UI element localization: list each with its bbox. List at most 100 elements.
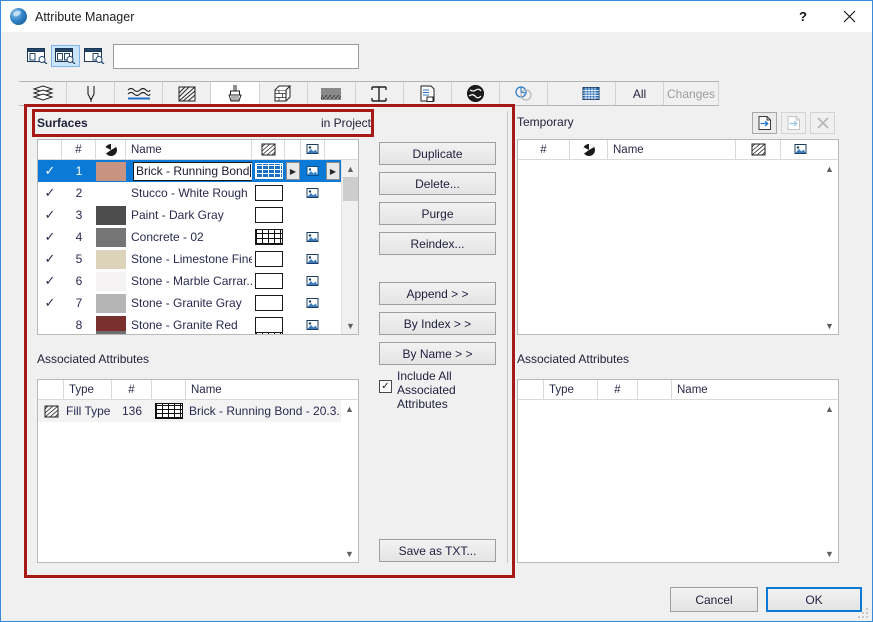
row-checkmark-icon[interactable]: ✓ <box>38 185 62 201</box>
row-checkmark-icon[interactable]: ✓ <box>38 273 62 289</box>
right-assoc-scrollbar[interactable]: ▲ ▼ <box>821 400 838 562</box>
scroll-thumb[interactable] <box>343 177 358 201</box>
table-row[interactable]: ✓ 2 Stucco - White Rough <box>38 182 358 204</box>
row-checkmark-icon[interactable]: ✓ <box>38 295 62 311</box>
texture-image-icon[interactable] <box>306 275 320 288</box>
tab-surfaces[interactable] <box>211 82 260 105</box>
temporary-list[interactable]: # Name ▲ ▼ <box>517 139 839 335</box>
surface-name-cell[interactable]: Stone - Granite Gray <box>126 296 252 310</box>
view-mode-left-only[interactable] <box>23 45 52 67</box>
table-row[interactable]: ✓ 6 Stone - Marble Carrar... <box>38 270 358 292</box>
fill-cell[interactable] <box>252 185 285 201</box>
surface-color-swatch[interactable] <box>96 161 126 181</box>
delete-button[interactable]: Delete... <box>379 172 496 195</box>
texture-cell[interactable] <box>301 231 325 244</box>
fill-pattern-cell[interactable] <box>254 251 283 267</box>
fill-cell[interactable] <box>252 207 285 223</box>
col-fill-header[interactable] <box>252 140 285 160</box>
fill-dropdown-cell[interactable]: ▶ <box>285 162 301 180</box>
tab-line-types[interactable] <box>115 82 164 105</box>
surface-color-swatch[interactable] <box>96 271 126 291</box>
assoc-col-type-header[interactable]: Type <box>64 380 112 400</box>
by-name-button[interactable]: By Name > > <box>379 342 496 365</box>
surface-name-cell[interactable]: Stone - Limestone Fine <box>126 252 252 266</box>
texture-cell[interactable] <box>301 253 325 266</box>
surface-name-cell[interactable]: Brick - Running Bond <box>126 161 252 181</box>
surface-name-cell[interactable]: Stucco - White Rough <box>126 186 252 200</box>
duplicate-button[interactable]: Duplicate <box>379 142 496 165</box>
fill-pattern-cell[interactable] <box>254 185 283 201</box>
include-all-associated-checkbox[interactable]: ✓ Include All Associated Attributes <box>379 369 499 411</box>
col-name-header[interactable]: Name <box>126 140 252 160</box>
temporary-list-scrollbar[interactable]: ▲ ▼ <box>821 160 838 334</box>
surface-color-swatch[interactable] <box>96 249 126 269</box>
assoc-scroll-up-icon[interactable]: ▲ <box>341 400 358 417</box>
texture-image-icon[interactable] <box>306 231 320 244</box>
filter-all-button[interactable]: All <box>615 82 665 105</box>
texture-cell[interactable] <box>301 187 325 200</box>
texture-cell[interactable] <box>301 319 325 332</box>
fill-pattern-cell[interactable] <box>254 317 283 333</box>
table-row[interactable]: ✓ 1 Brick - Running Bond ▶ ▶ <box>38 160 358 182</box>
help-button[interactable]: ? <box>780 1 826 32</box>
r-assoc-col-type-header[interactable]: Type <box>544 380 598 400</box>
row-checkmark-icon[interactable]: ✓ <box>38 207 62 223</box>
scroll-down-icon[interactable]: ▼ <box>342 317 358 334</box>
fill-pattern-cell[interactable] <box>155 403 183 419</box>
assoc-scroll-down-icon[interactable]: ▼ <box>341 545 358 562</box>
fill-cell[interactable] <box>252 163 285 179</box>
save-as-txt-button[interactable]: Save as TXT... <box>379 539 496 562</box>
fill-cell[interactable] <box>252 295 285 311</box>
table-row[interactable]: 8 Stone - Granite Red <box>38 314 358 334</box>
tab-markup-styles[interactable] <box>567 82 616 105</box>
view-mode-right-only[interactable] <box>80 45 109 67</box>
scroll-up-icon[interactable]: ▲ <box>342 160 358 177</box>
texture-image-icon[interactable] <box>306 297 320 310</box>
r-col-name-header[interactable]: Name <box>608 140 736 160</box>
fill-cell[interactable] <box>252 273 285 289</box>
fill-pattern-cell[interactable] <box>254 273 283 289</box>
surfaces-list[interactable]: # Name ✓ 1 Brick - Running Bond ▶ ▶ ✓ 2 … <box>37 139 359 335</box>
texture-cell[interactable] <box>301 275 325 288</box>
table-row[interactable]: ✓ 7 Stone - Granite Gray <box>38 292 358 314</box>
surfaces-list-scrollbar[interactable]: ▲ ▼ <box>341 160 358 334</box>
tab-building-materials[interactable] <box>259 82 308 105</box>
by-index-button[interactable]: By Index > > <box>379 312 496 335</box>
fill-pattern-cell[interactable] <box>254 163 283 179</box>
fill-cell[interactable] <box>252 229 285 245</box>
texture-image-icon[interactable] <box>306 319 320 332</box>
surface-color-swatch[interactable] <box>96 184 126 203</box>
surface-name-cell[interactable]: Concrete - 02 <box>126 230 252 244</box>
reindex-button[interactable]: Reindex... <box>379 232 496 255</box>
ok-button[interactable]: OK <box>766 587 862 612</box>
right-associated-list[interactable]: Type # Name ▲ ▼ <box>517 379 839 563</box>
texture-image-icon[interactable] <box>306 187 320 200</box>
left-associated-list[interactable]: Type # Name Fill Type 136 Brick - Running … <box>37 379 359 563</box>
tab-layers[interactable] <box>19 82 68 105</box>
texture-cell[interactable] <box>301 165 325 178</box>
search-field[interactable] <box>113 44 359 69</box>
view-mode-both-panes[interactable] <box>51 45 80 67</box>
tab-profiles[interactable] <box>355 82 404 105</box>
fill-pattern-cell[interactable] <box>254 295 283 311</box>
purge-button[interactable]: Purge <box>379 202 496 225</box>
row-checkmark-icon[interactable]: ✓ <box>38 163 62 179</box>
table-row[interactable]: ✓ 5 Stone - Limestone Fine <box>38 248 358 270</box>
table-row[interactable]: ✓ 3 Paint - Dark Gray <box>38 204 358 226</box>
r-scroll-down-icon[interactable]: ▼ <box>821 317 838 334</box>
row-checkmark-icon[interactable]: ✓ <box>38 229 62 245</box>
surface-name-input[interactable]: Brick - Running Bond <box>133 161 252 181</box>
col-index-header[interactable]: # <box>62 140 96 160</box>
list-item[interactable]: Fill Type 136 Brick - Running Bond - 20.3.… <box>38 400 358 422</box>
append-button[interactable]: Append > > <box>379 282 496 305</box>
surface-color-swatch[interactable] <box>96 293 126 313</box>
r-assoc-col-index-header[interactable]: # <box>598 380 638 400</box>
texture-image-icon[interactable] <box>306 165 320 178</box>
texture-cell[interactable] <box>301 297 325 310</box>
tab-pens[interactable] <box>67 82 116 105</box>
close-file-button[interactable] <box>810 112 835 134</box>
open-file-button[interactable] <box>752 112 777 134</box>
filter-changes-button[interactable]: Changes <box>664 82 720 105</box>
dropdown-arrow-button[interactable]: ▶ <box>286 162 300 180</box>
assoc-col-name-header[interactable]: Name <box>186 380 341 400</box>
